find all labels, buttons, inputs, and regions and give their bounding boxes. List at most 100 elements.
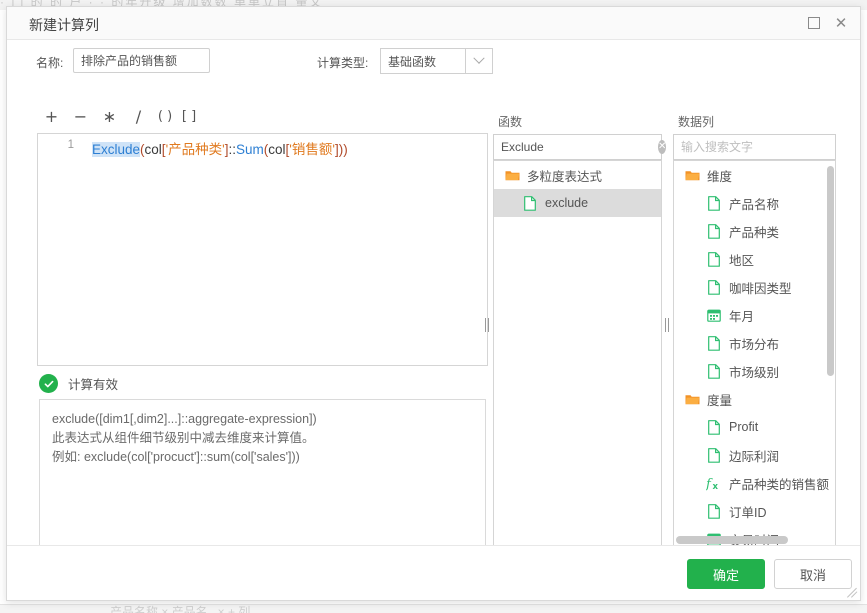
list-item[interactable]: 市场级别 — [674, 357, 835, 385]
list-item-label: 订单ID — [729, 502, 767, 521]
function-search-input[interactable] — [494, 135, 658, 159]
new-calculated-column-dialog: 新建计算列 ✕ 名称: 计算类型: 基础函数 + − ∗ / ( ) [ ] 1… — [6, 6, 861, 601]
list-item[interactable]: 产品名称 — [674, 189, 835, 217]
file-icon — [706, 419, 722, 435]
formula-token-6: :: — [228, 142, 236, 157]
cancel-button[interactable]: 取消 — [774, 559, 852, 589]
list-item-label: 市场分布 — [729, 334, 779, 353]
function-list[interactable]: 多粒度表达式 exclude — [493, 160, 662, 547]
list-item-label: 地区 — [729, 250, 754, 269]
dialog-title: 新建计算列 — [29, 15, 99, 35]
list-item[interactable]: Profit — [674, 413, 835, 441]
file-icon — [706, 503, 722, 519]
list-item[interactable]: 多粒度表达式 — [494, 161, 661, 189]
calc-type-label: 计算类型: — [317, 54, 368, 71]
operator-parentheses-button[interactable]: ( ) — [153, 109, 177, 124]
file-icon — [706, 195, 722, 211]
column-search-field[interactable] — [673, 134, 836, 160]
file-icon — [706, 251, 722, 267]
list-item-label: 度量 — [707, 390, 732, 409]
operator-brackets-button[interactable]: [ ] — [177, 109, 201, 124]
clear-circle-icon[interactable]: ✕ — [658, 140, 666, 154]
list-item[interactable]: 年月 — [674, 301, 835, 329]
list-item[interactable]: 咖啡因类型 — [674, 273, 835, 301]
list-item-label: 年月 — [729, 306, 754, 325]
list-item-label: 维度 — [707, 166, 732, 185]
function-panel-splitter[interactable] — [665, 318, 669, 332]
column-list-vertical-scroll-thumb[interactable] — [827, 166, 834, 376]
formula-help-box: exclude([dim1[,dim2]...]::aggregate-expr… — [39, 399, 486, 547]
list-item[interactable]: 订单ID — [674, 497, 835, 525]
operator-divide-button[interactable]: / — [124, 107, 153, 126]
confirm-button[interactable]: 确定 — [687, 559, 765, 589]
column-panel-title: 数据列 — [678, 113, 714, 130]
formula-line-number: 1 — [38, 138, 74, 151]
list-item-label: 产品名称 — [729, 194, 779, 213]
list-item[interactable]: 地区 — [674, 245, 835, 273]
formula-token-9: col — [268, 142, 285, 157]
file-icon — [706, 363, 722, 379]
list-item[interactable]: 边际利润 — [674, 441, 835, 469]
formula-token-0: Exclude — [92, 142, 140, 157]
formula-token-14: ) — [343, 142, 348, 157]
dialog-footer: 确定 取消 — [7, 545, 860, 600]
file-icon — [706, 279, 722, 295]
list-item[interactable]: 市场分布 — [674, 329, 835, 357]
column-list-horizontal-scrollbar[interactable] — [676, 536, 825, 544]
maximize-icon[interactable] — [805, 14, 823, 32]
formula-token-4: '产品种类' — [166, 142, 225, 157]
function-search-field[interactable]: ✕ — [493, 134, 662, 160]
list-item[interactable]: exclude — [494, 189, 661, 217]
help-line-example: 例如: exclude(col['procuct']::sum(col['sal… — [52, 448, 473, 467]
calc-type-select[interactable]: 基础函数 — [380, 48, 493, 74]
list-item-label: 多粒度表达式 — [527, 166, 602, 185]
dialog-titlebar: 新建计算列 ✕ — [7, 7, 860, 40]
list-item-label: exclude — [545, 196, 588, 210]
formula-token-11: '销售额' — [289, 142, 335, 157]
operator-multiply-button[interactable]: ∗ — [95, 107, 124, 126]
operator-minus-button[interactable]: − — [66, 107, 95, 126]
window-controls: ✕ — [805, 14, 850, 32]
folder-icon — [504, 167, 520, 183]
resize-grip-icon[interactable] — [846, 586, 858, 598]
close-icon[interactable]: ✕ — [832, 14, 850, 32]
list-item-label: 边际利润 — [729, 446, 779, 465]
validation-status: 计算有效 — [39, 374, 118, 393]
list-item[interactable]: 产品种类 — [674, 217, 835, 245]
file-icon — [706, 447, 722, 463]
fx-icon: fx — [706, 475, 722, 491]
list-item[interactable]: 度量 — [674, 385, 835, 413]
file-icon — [706, 223, 722, 239]
formula-code[interactable]: Exclude(col['产品种类']::Sum(col['销售额'])) — [92, 138, 348, 158]
calc-type-value: 基础函数 — [380, 48, 465, 74]
list-item-label: 市场级别 — [729, 362, 779, 381]
list-item[interactable]: 维度 — [674, 161, 835, 189]
folder-icon — [684, 167, 700, 183]
name-label: 名称: — [36, 54, 63, 71]
formula-editor[interactable]: 1 Exclude(col['产品种类']::Sum(col['销售额'])) — [37, 133, 488, 366]
folder-icon — [684, 391, 700, 407]
form-row: 名称: 计算类型: 基础函数 — [7, 40, 860, 84]
operator-toolbar: + − ∗ / ( ) [ ] — [37, 107, 201, 126]
help-line-description: 此表达式从组件细节级别中减去维度来计算值。 — [52, 429, 473, 448]
list-item-label: 产品种类的销售额 — [729, 474, 829, 493]
formula-token-7: Sum — [236, 142, 264, 157]
chevron-down-icon[interactable] — [465, 48, 493, 74]
formula-line: 1 Exclude(col['产品种类']::Sum(col['销售额'])) — [38, 138, 487, 158]
column-list-vertical-scrollbar[interactable] — [827, 162, 834, 534]
help-line-signature: exclude([dim1[,dim2]...]::aggregate-expr… — [52, 410, 473, 429]
column-search-input[interactable] — [674, 135, 838, 159]
list-item-label: Profit — [729, 420, 758, 434]
column-list-horizontal-scroll-thumb[interactable] — [676, 536, 788, 544]
list-item-label: 咖啡因类型 — [729, 278, 792, 297]
formula-panel-splitter[interactable] — [485, 318, 489, 332]
file-icon — [522, 195, 538, 211]
function-panel-title: 函数 — [498, 113, 522, 130]
operator-plus-button[interactable]: + — [37, 107, 66, 126]
list-item[interactable]: fx 产品种类的销售额 — [674, 469, 835, 497]
column-list[interactable]: 维度产品名称产品种类地区咖啡因类型年月市场分布市场级别度量 Profit 边际利润 f… — [673, 160, 836, 547]
formula-token-2: col — [145, 142, 162, 157]
file-icon — [706, 335, 722, 351]
check-circle-icon — [39, 374, 58, 393]
name-input[interactable] — [73, 48, 210, 73]
